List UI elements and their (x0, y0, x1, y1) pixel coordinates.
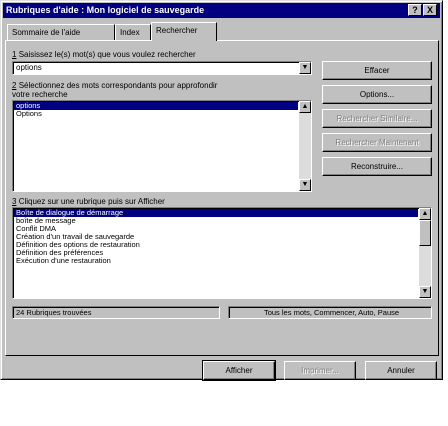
tab-index[interactable]: Index (115, 24, 151, 40)
status-count: 24 Rubriques trouvées (12, 306, 220, 319)
search-combobox[interactable]: options ▼ (12, 61, 312, 75)
effacer-button[interactable]: Effacer (322, 61, 432, 80)
scrollbar-thumb[interactable] (419, 220, 431, 246)
step2-number: 2 (12, 81, 17, 90)
reconstruire-button[interactable]: Reconstruire... (322, 157, 432, 176)
close-icon: X (426, 5, 433, 15)
tab-rechercher[interactable]: Rechercher (151, 22, 217, 41)
button-label: Effacer (364, 66, 390, 75)
button-label: Reconstruire... (350, 162, 404, 171)
list-item[interactable]: options (14, 102, 298, 110)
help-icon: ? (412, 5, 418, 15)
step1-number: 1 (12, 50, 17, 59)
arrow-up-icon[interactable]: ▲ (299, 101, 311, 113)
step2-text-line1: Sélectionnez des mots correspondants pou… (18, 81, 218, 90)
help-window: Rubriques d'aide : Mon logiciel de sauve… (0, 0, 443, 381)
tab-label: Sommaire de l'aide (12, 28, 81, 37)
arrow-down-icon[interactable]: ▼ (419, 286, 431, 298)
afficher-button[interactable]: Afficher (202, 360, 276, 381)
close-button[interactable]: X (423, 4, 437, 16)
button-label: Rechercher Similaire... (336, 114, 418, 123)
arrow-down-icon[interactable]: ▼ (299, 179, 311, 191)
arrow-up-icon[interactable]: ▲ (419, 208, 431, 220)
button-label: Rechercher Maintenant (335, 138, 419, 147)
word-list-scrollbar[interactable]: ▲ ▼ (299, 101, 311, 191)
button-label: Imprimer... (301, 366, 339, 375)
step2-label: 2 Sélectionnez des mots correspondants p… (12, 81, 217, 99)
status-mode-text: Tous les mots, Commencer, Auto, Pause (263, 308, 400, 317)
button-label: Annuler (387, 366, 415, 375)
list-item[interactable]: Exécution d'une restauration (14, 257, 418, 265)
step2-text-line2: votre recherche (12, 90, 68, 99)
button-label: Options... (359, 90, 395, 99)
step1-text: Saisissez le(s) mot(s) que vous voulez r… (18, 50, 196, 59)
imprimer-button[interactable]: Imprimer... (284, 361, 356, 380)
step3-text: Cliquez sur une rubrique puis sur Affich… (18, 197, 165, 206)
list-item[interactable]: boîte de message (14, 217, 418, 225)
topic-list[interactable]: Boîte de dialogue de démarrage boîte de … (12, 207, 432, 299)
help-button[interactable]: ? (408, 4, 422, 16)
tab-sommaire[interactable]: Sommaire de l'aide (7, 24, 115, 40)
list-item[interactable]: Options (14, 110, 298, 118)
search-input[interactable]: options (16, 63, 42, 72)
step1-label: 1 Saisissez le(s) mot(s) que vous voulez… (12, 50, 196, 59)
search-panel: 1 Saisissez le(s) mot(s) que vous voulez… (5, 40, 439, 356)
topic-list-items: Boîte de dialogue de démarrage boîte de … (14, 209, 418, 265)
word-list[interactable]: options Options ▲ ▼ (12, 100, 312, 192)
topic-list-scrollbar[interactable]: ▲ ▼ (419, 208, 431, 298)
title-bar: Rubriques d'aide : Mon logiciel de sauve… (3, 3, 440, 18)
chevron-down-icon[interactable]: ▼ (299, 62, 311, 74)
window-title: Rubriques d'aide : Mon logiciel de sauve… (6, 5, 205, 15)
status-mode: Tous les mots, Commencer, Auto, Pause (228, 306, 432, 319)
rechercher-similaire-button[interactable]: Rechercher Similaire... (322, 109, 432, 128)
status-count-text: 24 Rubriques trouvées (16, 308, 92, 317)
step3-number: 3 (12, 197, 17, 206)
rechercher-maintenant-button[interactable]: Rechercher Maintenant (322, 133, 432, 152)
step3-label: 3 Cliquez sur une rubrique puis sur Affi… (12, 197, 165, 206)
tab-label: Rechercher (156, 26, 198, 35)
annuler-button[interactable]: Annuler (365, 361, 437, 380)
tab-label: Index (120, 28, 140, 37)
button-label: Afficher (225, 366, 253, 375)
word-list-items: options Options (14, 102, 298, 118)
options-button[interactable]: Options... (322, 85, 432, 104)
